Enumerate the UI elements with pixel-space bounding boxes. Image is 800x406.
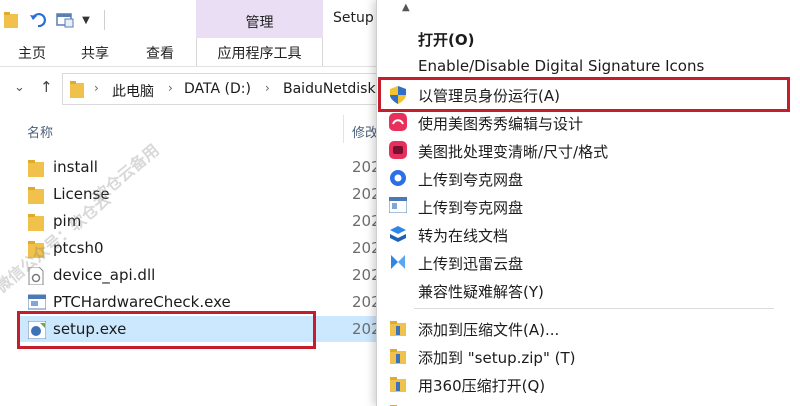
toolbar-divider xyxy=(104,10,105,30)
menu-item-label: 上传到夸克网盘 xyxy=(418,199,524,217)
properties-icon[interactable] xyxy=(55,9,75,31)
file-name: install xyxy=(53,158,98,176)
folder-icon xyxy=(28,213,46,231)
menu-item-add-to-setup-zip[interactable]: 添加到 "setup.zip" (T) xyxy=(376,342,800,370)
undo-icon[interactable] xyxy=(28,9,48,31)
menu-item-label: 美图批处理变清晰/尺寸/格式 xyxy=(418,143,609,161)
file-name: device_api.dll xyxy=(53,266,156,284)
menu-item-label: 上传到迅雷云盘 xyxy=(418,255,524,273)
setup-exe-highlight-box xyxy=(17,311,316,349)
menu-item-label: 转为在线文档 xyxy=(418,227,509,245)
column-divider[interactable] xyxy=(343,115,344,143)
xunlei-icon xyxy=(389,253,407,271)
breadcrumb-separator-icon[interactable]: › xyxy=(94,81,99,95)
menu-item-digital-signature-icons[interactable]: Enable/Disable Digital Signature Icons xyxy=(376,52,800,80)
menu-item-label: 添加到 "setup.zip" (T) xyxy=(418,349,576,367)
menu-item-label: 上传到夸克网盘 xyxy=(418,171,524,189)
menu-item-label: 打开(O) xyxy=(418,31,475,49)
menu-item-xunlei-upload[interactable]: 上传到迅雷云盘 xyxy=(376,248,800,276)
menu-item-meitu-edit[interactable]: 使用美图秀秀编辑与设计 xyxy=(376,108,800,136)
folder-icon xyxy=(28,186,46,204)
menu-separator xyxy=(414,308,774,309)
menu-item-compat-troubleshoot[interactable]: 兼容性疑难解答(Y) xyxy=(376,276,800,304)
archive-icon xyxy=(389,319,407,337)
address-folder-icon xyxy=(70,80,84,102)
run-as-admin-highlight-box xyxy=(378,77,790,112)
breadcrumb-separator-icon[interactable]: › xyxy=(265,81,270,95)
meitu-batch-icon xyxy=(389,141,407,159)
archive-icon xyxy=(389,375,407,393)
folder-icon xyxy=(28,159,46,177)
recent-locations-chevron-icon[interactable]: ⌄ xyxy=(14,80,25,95)
breadcrumb-this-pc[interactable]: 此电脑 xyxy=(112,81,154,101)
file-row-license[interactable]: License 202 xyxy=(20,181,400,207)
breadcrumb-separator-icon[interactable]: › xyxy=(168,81,173,95)
menu-item-label: 用360压缩打开(Q) xyxy=(418,377,546,395)
tab-home[interactable]: 主页 xyxy=(18,43,46,63)
file-name: PTCHardwareCheck.exe xyxy=(53,293,231,311)
window-title: Setup xyxy=(333,10,374,26)
quark-window-icon xyxy=(388,196,408,215)
quick-access-folder-icon[interactable] xyxy=(4,9,18,31)
menu-item-open[interactable]: 打开(O) xyxy=(376,24,800,52)
menu-item-open-with-360[interactable]: 用360压缩打开(Q) xyxy=(376,370,800,398)
customize-toolbar-dropdown-icon[interactable]: ▼ xyxy=(80,9,92,31)
column-header-modified[interactable]: 修改 xyxy=(352,122,378,141)
breadcrumb-data-drive[interactable]: DATA (D:) xyxy=(184,81,251,97)
meitu-icon xyxy=(389,113,407,131)
menu-item-partial[interactable]: ... xyxy=(376,398,800,406)
tab-share[interactable]: 共享 xyxy=(81,43,109,63)
file-row-ptcsh0[interactable]: ptcsh0 202 xyxy=(20,235,400,261)
menu-item-label: 添加到压缩文件(A)... xyxy=(418,321,560,339)
menu-scroll-up-icon[interactable]: ▲ xyxy=(402,2,410,13)
menu-item-quark-upload[interactable]: 上传到夸克网盘 xyxy=(376,164,800,192)
menu-item-quark-upload-2[interactable]: 上传到夸克网盘 xyxy=(376,192,800,220)
up-arrow-icon[interactable]: ↑ xyxy=(40,78,53,96)
menu-item-online-doc[interactable]: 转为在线文档 xyxy=(376,220,800,248)
menu-item-add-to-archive[interactable]: 添加到压缩文件(A)... xyxy=(376,314,800,342)
quark-icon xyxy=(389,169,407,187)
menu-item-label: Enable/Disable Digital Signature Icons xyxy=(418,57,705,75)
exe-app-icon xyxy=(27,294,47,312)
file-row-device-api-dll[interactable]: device_api.dll 202 xyxy=(20,262,400,288)
column-header-name[interactable]: 名称 xyxy=(27,122,53,141)
online-doc-icon xyxy=(389,225,407,243)
menu-item-label: 使用美图秀秀编辑与设计 xyxy=(418,115,584,133)
menu-item-meitu-batch[interactable]: 美图批处理变清晰/尺寸/格式 xyxy=(376,136,800,164)
contextual-tab-group-label: 管理 xyxy=(245,15,274,31)
file-row-install[interactable]: install 202 xyxy=(20,154,400,180)
tab-view[interactable]: 查看 xyxy=(146,43,174,63)
archive-icon xyxy=(389,347,407,365)
menu-item-label: 兼容性疑难解答(Y) xyxy=(418,283,544,301)
breadcrumb-baidunetdisk[interactable]: BaiduNetdisk xyxy=(283,81,376,97)
tab-application-tools[interactable]: 应用程序工具 xyxy=(196,38,323,66)
